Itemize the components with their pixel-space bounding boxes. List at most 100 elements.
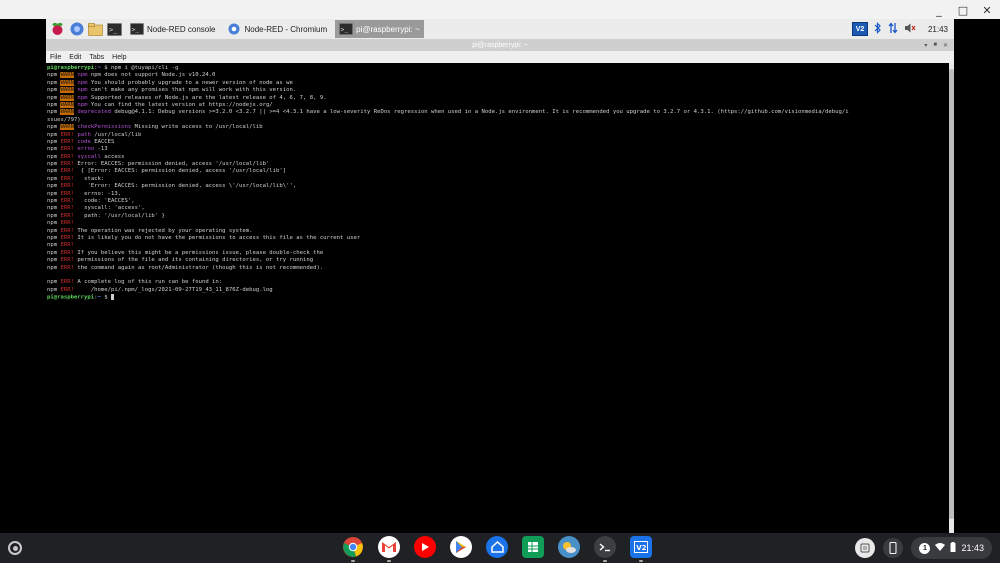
terminal-line: npm ERR! The operation was rejected by y… (47, 228, 949, 235)
err-tag: ERR! (60, 161, 74, 168)
warn-subtype: npm (77, 94, 88, 101)
message-text: can't make any promises that npm will wo… (87, 87, 297, 94)
warn-tag: WARN (60, 124, 74, 131)
warn-tag: WARN (60, 101, 74, 108)
message-text: stack: (77, 175, 105, 182)
menu-tabs[interactable]: Tabs (89, 54, 104, 61)
terminal-line: npm WARN npm You should probably upgrade… (47, 79, 949, 87)
terminal-scrollbar[interactable] (949, 63, 954, 533)
npm-prefix: npm (47, 227, 61, 234)
warn-subtype: npm (77, 87, 88, 94)
task-node-red-console[interactable]: >_ Node-RED console (126, 20, 219, 38)
chrome-icon[interactable] (342, 536, 364, 562)
svg-text:>_: >_ (109, 26, 118, 34)
close-button[interactable]: ✕ (980, 3, 994, 17)
terminal-cursor (111, 294, 115, 301)
maximize-button[interactable]: □ (956, 3, 970, 17)
npm-prefix: npm (47, 138, 61, 145)
battery-icon (950, 542, 956, 554)
terminal-line: npm ERR! /home/pi/.npm/_logs/2021-09-27T… (47, 287, 949, 294)
terminal-output[interactable]: pi@raspberrypi:~ $ npm i @tuyapi/cli -g n… (46, 63, 949, 533)
message-text: A complete log of this run can be found … (77, 279, 223, 286)
message-text: { [Error: EACCES: permission denied, acc… (77, 168, 287, 175)
terminal-line: ssues/797) (47, 117, 949, 124)
terminal-line: npm ERR! It is likely you do not have th… (47, 235, 949, 242)
terminal-line: npm ERR! code: 'EACCES', (47, 198, 949, 205)
message-text: syscall: 'access', (77, 205, 145, 212)
npm-prefix: npm (47, 109, 61, 116)
terminal-line: npm WARN checkPermissions Missing write … (47, 124, 949, 131)
terminal-close-button[interactable]: ✕ (943, 42, 948, 49)
gmail-icon[interactable] (378, 536, 400, 562)
weather-icon[interactable] (558, 536, 580, 558)
npm-prefix: npm (47, 220, 61, 227)
npm-prefix: npm (47, 72, 61, 79)
terminal-icon[interactable] (594, 536, 616, 562)
terminal-maximize-button[interactable]: ■ (933, 42, 937, 48)
npm-prefix: npm (47, 146, 61, 153)
file-manager-icon[interactable] (88, 22, 103, 37)
terminal-scroll-thumb[interactable] (949, 69, 954, 519)
npm-prefix: npm (47, 257, 61, 264)
terminal-line: npm WARN deprecated debug@4.1.1: Debug v… (47, 109, 949, 116)
task-label: Node-RED - Chromium (244, 24, 328, 34)
vnc-viewer-icon[interactable]: V2 (630, 536, 652, 562)
play-store-icon[interactable] (450, 536, 472, 558)
npm-prefix: npm (47, 175, 61, 182)
raspberry-menu-icon[interactable] (50, 22, 65, 37)
err-subtype: errno (77, 146, 95, 153)
minimize-button[interactable]: _ (932, 3, 946, 17)
message-text: path: '/usr/local/lib' } (77, 212, 165, 219)
vnc-server-icon[interactable]: V2 (851, 22, 868, 36)
phone-hub-icon[interactable] (883, 538, 904, 558)
task-terminal-active[interactable]: >_ pi@raspberrypi: ~ (335, 20, 424, 38)
volume-muted-icon[interactable] (904, 22, 916, 36)
npm-prefix: npm (47, 264, 61, 271)
menu-file[interactable]: File (50, 54, 61, 61)
launcher-button[interactable] (8, 541, 22, 555)
menu-help[interactable]: Help (112, 54, 126, 61)
prompt-user: pi@raspberrypi (47, 65, 95, 71)
err-tag: ERR! (60, 227, 74, 234)
message-text: The operation was rejected by your opera… (77, 227, 253, 234)
err-tag: ERR! (60, 146, 74, 153)
message-text: 'Error: EACCES: permission denied, acces… (77, 183, 297, 190)
web-browser-icon[interactable] (69, 22, 84, 37)
err-tag: ERR! (60, 279, 74, 286)
err-subtype: code (77, 138, 91, 145)
npm-prefix: npm (47, 183, 61, 190)
bluetooth-icon[interactable] (874, 22, 882, 36)
warn-tag: WARN (60, 79, 74, 86)
message-text: /home/pi/.npm/_logs/2021-09-27T19_43_11_… (77, 286, 273, 293)
status-tray: 1 21:43 (855, 537, 992, 559)
clipboard-tray-icon[interactable] (855, 538, 876, 558)
svg-text:V2: V2 (636, 544, 646, 552)
message-text: access (104, 153, 125, 160)
warn-subtype: deprecated (77, 109, 112, 116)
running-indicator (351, 560, 355, 562)
sheets-icon[interactable] (522, 536, 544, 558)
npm-prefix: npm (47, 94, 61, 101)
terminal-titlebar[interactable]: pi@raspberrypi: ~ ▾ ■ ✕ (46, 39, 954, 51)
youtube-icon[interactable] (414, 536, 436, 558)
err-tag: ERR! (60, 153, 74, 160)
launcher-icon (12, 545, 18, 551)
running-indicator (387, 560, 391, 562)
prompt-symbol: $ (100, 294, 112, 301)
npm-prefix: npm (47, 87, 61, 94)
menu-edit[interactable]: Edit (69, 54, 81, 61)
npm-prefix: npm (47, 153, 61, 160)
message-text: npm does not support Node.js v10.24.0 (87, 72, 216, 79)
terminal-launcher-icon[interactable]: >_ (107, 22, 122, 37)
system-status-area[interactable]: 1 21:43 (911, 537, 992, 559)
terminal-line: npm ERR! A complete log of this run can … (47, 279, 949, 286)
home-app-icon[interactable] (486, 536, 508, 558)
npm-prefix: npm (47, 234, 61, 241)
err-tag: ERR! (60, 249, 74, 256)
message-text: It is likely you do not have the permiss… (77, 234, 361, 241)
network-transfer-icon[interactable] (888, 22, 898, 36)
task-node-red-chromium[interactable]: Node-RED - Chromium (223, 20, 331, 38)
notification-count: 1 (919, 542, 931, 554)
terminal-minimize-button[interactable]: ▾ (924, 42, 927, 49)
